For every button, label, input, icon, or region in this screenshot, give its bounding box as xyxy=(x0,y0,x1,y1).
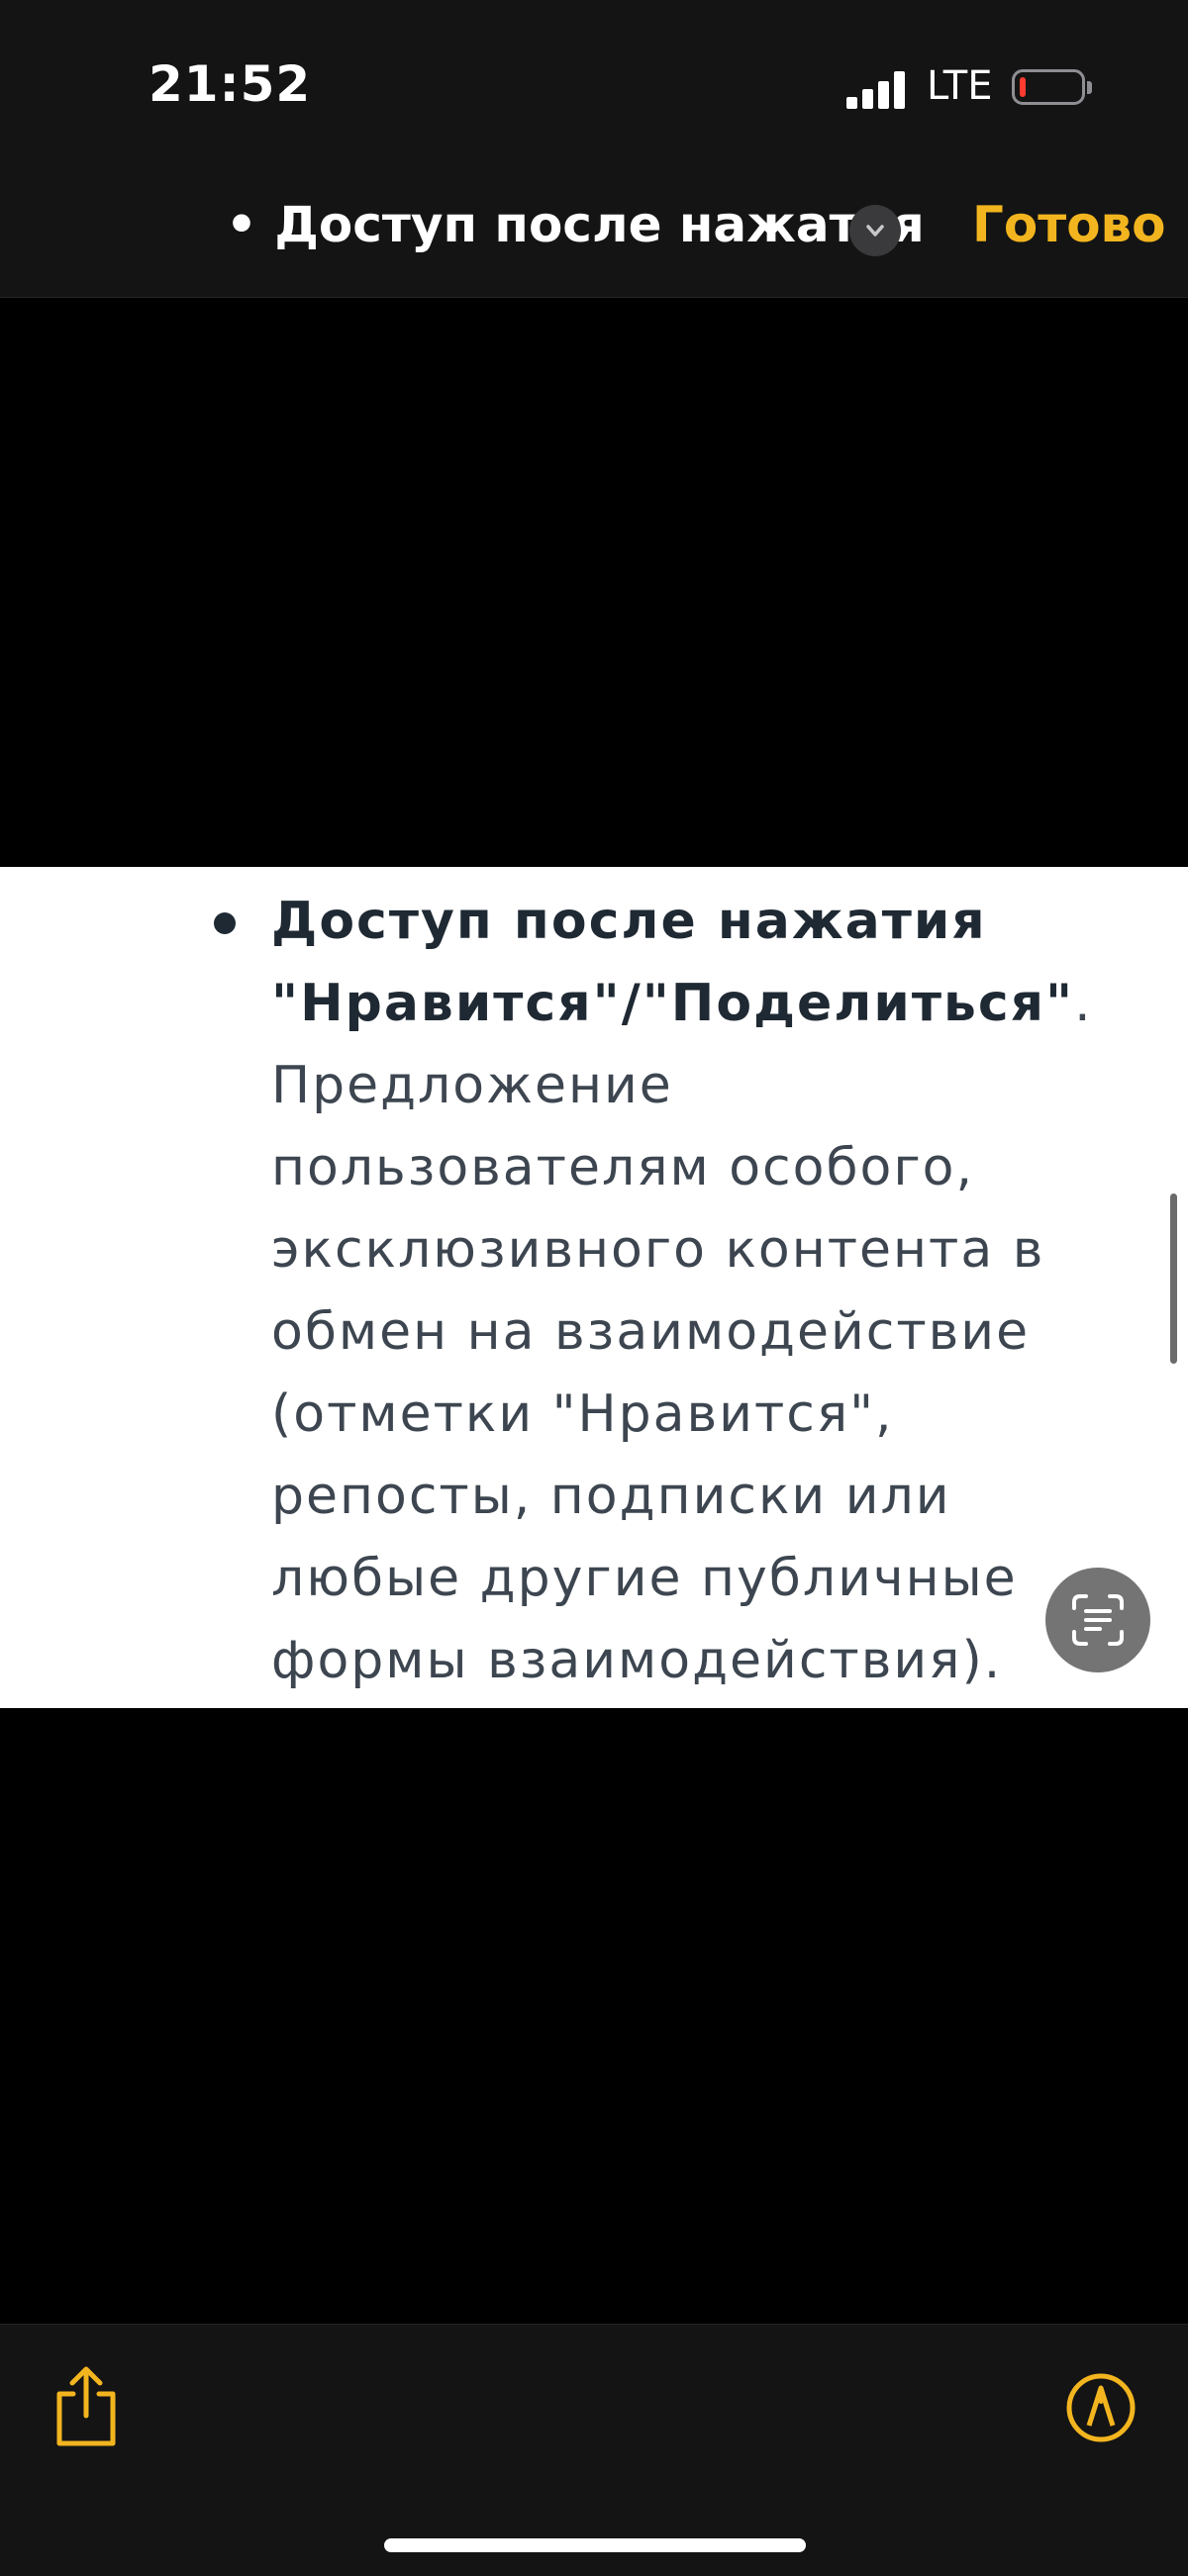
bottom-toolbar xyxy=(0,2324,1188,2576)
battery-level xyxy=(1020,77,1026,97)
chevron-down-icon xyxy=(866,225,884,237)
share-button[interactable] xyxy=(51,2364,121,2449)
body-line: репосты, подписки или xyxy=(271,1467,951,1526)
live-text-icon xyxy=(1072,1594,1124,1646)
status-time: 21:52 xyxy=(148,55,312,113)
battery-icon xyxy=(1012,69,1092,105)
bullet-heading-line1: Доступ после нажатия xyxy=(271,892,987,951)
page-content: Доступ после нажатия "Нравится"/"Поделит… xyxy=(0,867,1188,1708)
body-line: эксклюзивного контента в xyxy=(271,1220,1045,1280)
cellular-signal-icon xyxy=(846,69,906,109)
body-line: Предложение xyxy=(271,1056,673,1115)
bullet-heading-line2: "Нравится"/"Поделиться" xyxy=(271,974,1075,1033)
bullet-point xyxy=(214,912,236,934)
body-line: любые другие публичные xyxy=(271,1549,1018,1608)
body-line: пользователям особого, xyxy=(271,1138,974,1197)
document-title[interactable]: • Доступ после нажатия xyxy=(226,196,925,253)
body-line: обмен на взаимодействие xyxy=(271,1302,1031,1362)
body-line: (отметки "Нравится", xyxy=(271,1384,894,1444)
body-line: формы взаимодействия). xyxy=(271,1631,1003,1690)
status-bar: 21:52 LTE xyxy=(0,0,1188,168)
done-button[interactable]: Готово xyxy=(972,196,1166,253)
markup-button[interactable] xyxy=(1065,2372,1137,2443)
scroll-indicator[interactable] xyxy=(1170,1193,1177,1364)
home-indicator[interactable] xyxy=(384,2538,806,2552)
markup-icon xyxy=(1066,2373,1136,2442)
live-text-button[interactable] xyxy=(1045,1568,1150,1672)
title-menu-button[interactable] xyxy=(849,205,901,256)
bullet-text: Доступ после нажатия "Нравится"/"Поделит… xyxy=(271,881,1162,1702)
nav-bar: • Доступ после нажатия Готово xyxy=(0,168,1188,298)
share-icon xyxy=(56,2366,116,2446)
bullet-heading-tail: . xyxy=(1074,974,1093,1033)
network-type: LTE xyxy=(927,63,993,109)
